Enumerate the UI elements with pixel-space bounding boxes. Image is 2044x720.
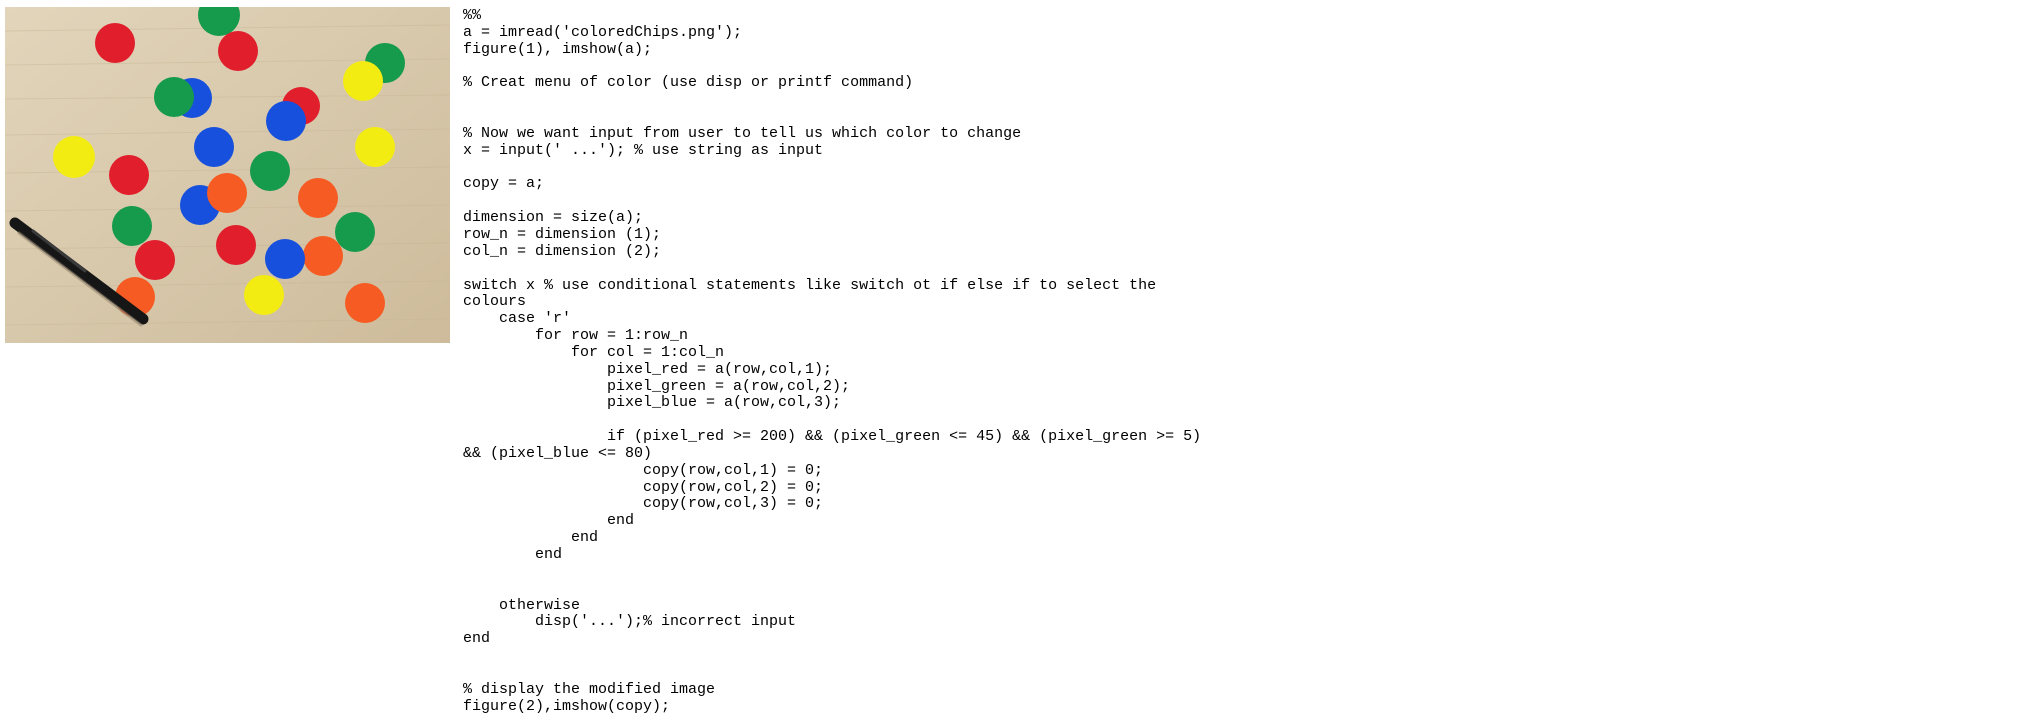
colored-chips-image: [5, 7, 450, 343]
code-line: colours: [463, 293, 527, 311]
code-line: otherwise: [463, 596, 581, 614]
code-line: end: [463, 546, 563, 563]
orange-chip: [303, 236, 343, 276]
code-line: x = input(' ...'); % use string as input: [463, 141, 824, 159]
code-line: pixel_red = a(row,col,1);: [463, 360, 833, 378]
code-line: for row = 1:row_n: [463, 327, 689, 345]
code-line: pixel_green = a(row,col,2);: [463, 377, 851, 395]
code-line: && (pixel_blue <= 80): [463, 444, 653, 462]
code-line: end: [463, 512, 635, 530]
red-chip: [109, 155, 149, 195]
red-chip: [216, 225, 256, 265]
code-line: switch x % use conditional statements li…: [463, 276, 1157, 294]
code-line: % Creat menu of color (use disp or print…: [463, 74, 914, 92]
code-line: if (pixel_red >= 200) && (pixel_green <=…: [463, 428, 1202, 446]
red-chip: [218, 31, 258, 71]
orange-chip: [298, 178, 338, 218]
code-line: %%: [463, 7, 482, 24]
yellow-chip: [355, 127, 395, 167]
green-chip: [154, 77, 194, 117]
code-line: dimension = size(a);: [463, 209, 644, 227]
code-line: end: [463, 630, 491, 648]
code-line: pixel_blue = a(row,col,3);: [463, 394, 842, 412]
code-line: row_n = dimension (1);: [463, 225, 662, 243]
blue-chip: [266, 101, 306, 141]
code-line: copy(row,col,2) = 0;: [463, 478, 824, 496]
code-line: copy(row,col,3) = 0;: [463, 495, 824, 513]
yellow-chip: [343, 61, 383, 101]
red-chip: [135, 240, 175, 280]
code-line: end: [463, 529, 599, 547]
code-line: figure(2),imshow(copy);: [463, 697, 671, 715]
orange-chip: [345, 283, 385, 323]
code-line: % display the modified image: [463, 680, 716, 698]
code-line: figure(1), imshow(a);: [463, 40, 653, 58]
red-chip: [95, 23, 135, 63]
code-line: copy = a;: [463, 175, 545, 193]
green-chip: [112, 206, 152, 246]
blue-chip: [265, 239, 305, 279]
yellow-chip: [244, 275, 284, 315]
green-chip: [250, 151, 290, 191]
code-line: for col = 1:col_n: [463, 343, 725, 361]
yellow-chip: [53, 136, 95, 178]
matlab-code-block: %% a = imread('coloredChips.png'); figure(…: [463, 7, 2023, 716]
code-line: copy(row,col,1) = 0;: [463, 461, 824, 479]
code-line: col_n = dimension (2);: [463, 242, 662, 260]
colored-chips-photo-svg: [5, 7, 450, 343]
code-line: disp('...');% incorrect input: [463, 613, 797, 631]
code-line: case 'r': [463, 310, 572, 328]
code-line: a = imread('coloredChips.png');: [463, 23, 743, 41]
orange-chip: [207, 173, 247, 213]
blue-chip: [194, 127, 234, 167]
code-line: % Now we want input from user to tell us…: [463, 124, 1022, 142]
green-chip: [335, 212, 375, 252]
